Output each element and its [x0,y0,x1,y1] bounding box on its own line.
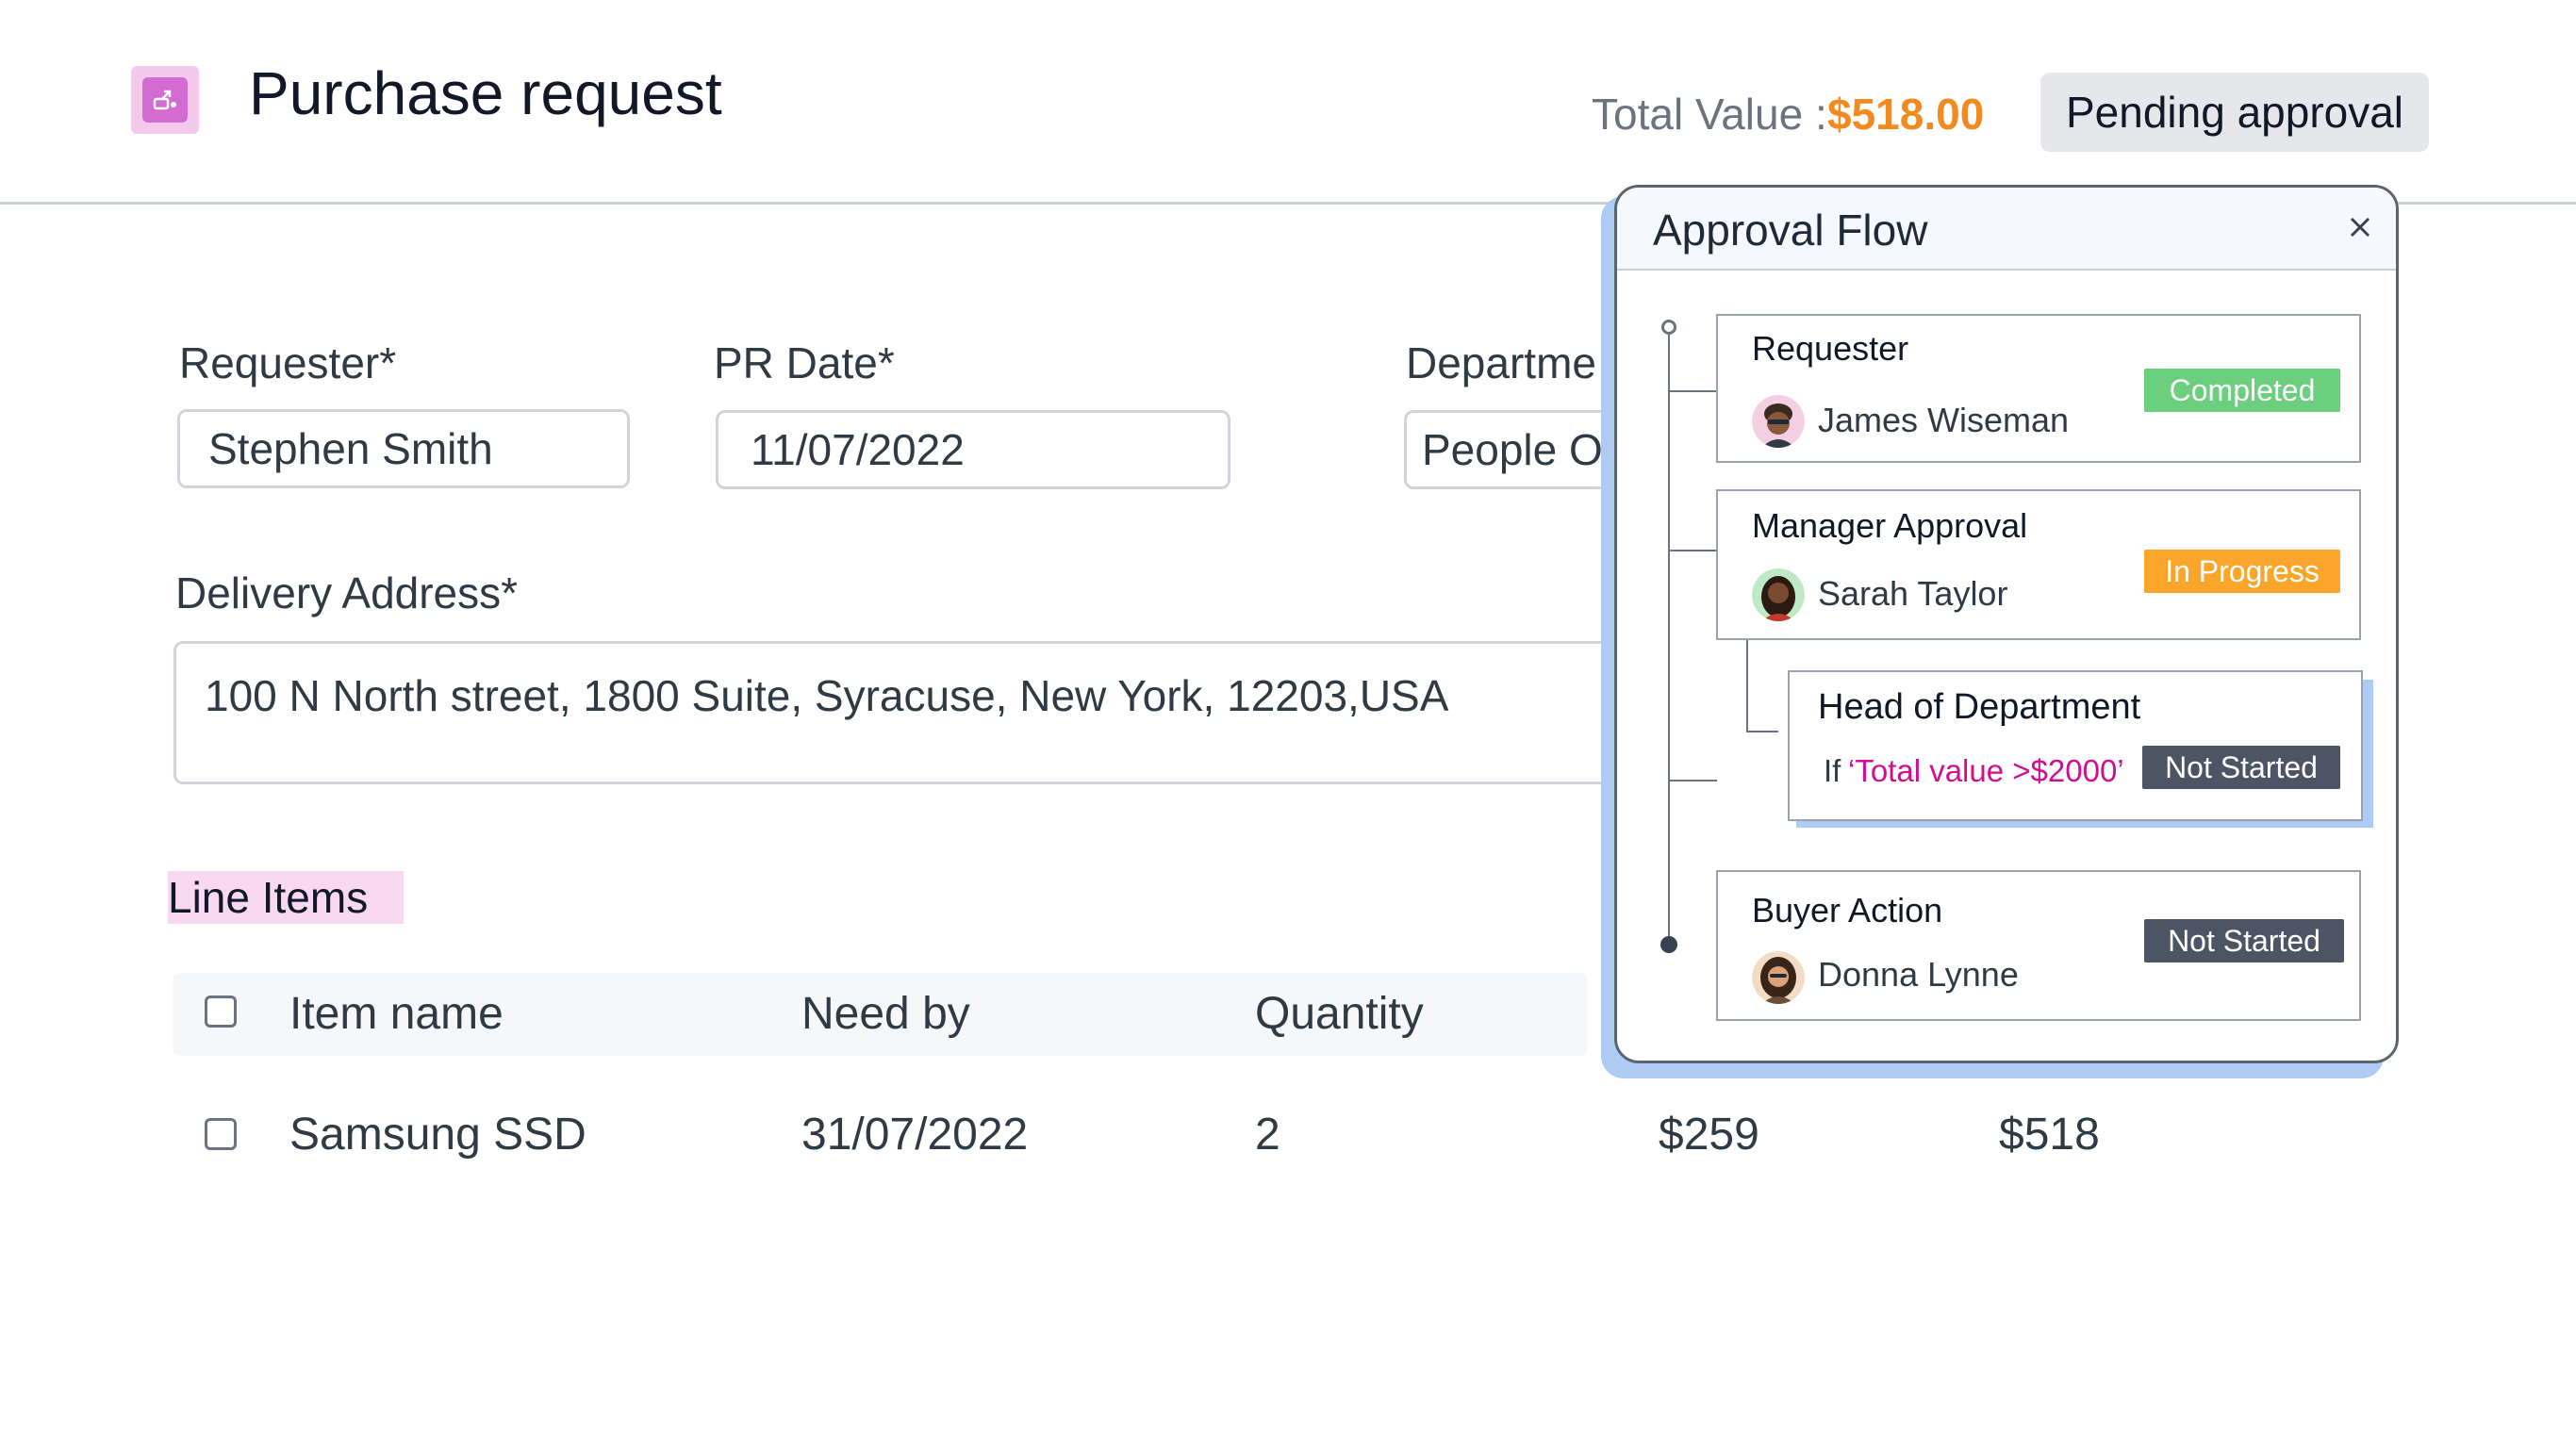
app-logo [131,66,199,134]
pr-date-field[interactable]: 11/07/2022 [716,410,1230,489]
step-person: Sarah Taylor [1818,574,2008,613]
row-quantity: 2 [1255,1110,1280,1160]
timeline-connector [1668,550,1717,551]
select-all-checkbox[interactable] [205,996,237,1028]
panel-header: Approval Flow [1617,188,2396,271]
timeline-line [1668,335,1670,944]
line-items-label: Line Items [168,873,369,922]
column-header-need-by: Need by [801,989,970,1039]
branch-connector [1746,731,1778,732]
step-title: Head of Department [1818,687,2141,727]
step-buyer-action[interactable]: Buyer Action Donna Lynne Not Started [1716,870,2361,1021]
condition-expression: ‘Total value >$2000’ [1848,753,2124,788]
step-title: Requester [1752,329,1909,368]
panel-title: Approval Flow [1653,206,1928,255]
row-need-by: 31/07/2022 [801,1110,1029,1160]
delivery-address-field[interactable]: 100 N North street, 1800 Suite, Syracuse… [173,641,1663,784]
line-items-heading: Line Items [168,871,404,924]
avatar [1752,951,1805,1004]
avatar [1752,395,1805,448]
step-person: James Wiseman [1818,401,2070,439]
pr-date-value: 11/07/2022 [751,425,965,474]
step-title: Manager Approval [1752,506,2028,545]
status-pill-not-started: Not Started [2142,746,2340,789]
status-pill-completed: Completed [2144,369,2340,412]
department-value: People O [1422,425,1603,474]
condition-if: If [1824,753,1841,788]
purchase-icon [142,77,188,123]
column-header-item-name: Item name [289,989,504,1039]
row-item-name: Samsung SSD [289,1110,586,1160]
total-value-amount: $518.00 [1827,90,1985,139]
approval-flow-panel: Approval Flow Requester James Wiseman Co… [1614,185,2399,1063]
requester-value: Stephen Smith [208,424,493,473]
requester-field[interactable]: Stephen Smith [177,409,630,488]
department-label: Departme [1406,338,1596,387]
step-requester[interactable]: Requester James Wiseman Completed [1716,314,2361,463]
page-title: Purchase request [249,59,722,127]
step-person: Donna Lynne [1818,955,2019,994]
timeline-connector [1668,780,1717,782]
timeline-start-dot [1661,320,1676,335]
step-manager-approval[interactable]: Manager Approval Sarah Taylor In Progres… [1716,489,2361,640]
total-value-label: Total Value : [1592,90,1827,139]
status-pill-not-started: Not Started [2144,919,2344,963]
close-icon[interactable] [2341,208,2379,246]
pr-date-label: PR Date* [714,338,895,387]
row-unit-price: $259 [1659,1110,1759,1160]
timeline-connector [1668,390,1717,392]
avatar [1752,568,1805,621]
requester-label: Requester* [179,338,397,387]
status-badge[interactable]: Pending approval [2040,73,2429,152]
row-checkbox[interactable] [205,1118,237,1150]
delivery-address-label: Delivery Address* [175,568,519,617]
branch-line [1746,638,1748,732]
column-header-quantity: Quantity [1255,989,1424,1039]
row-total: $518 [1999,1110,2100,1160]
delivery-address-value: 100 N North street, 1800 Suite, Syracuse… [205,671,1449,720]
status-pill-in-progress: In Progress [2144,550,2340,593]
step-title: Buyer Action [1752,891,1943,930]
timeline-end-dot [1660,936,1677,953]
step-head-of-department[interactable]: Head of Department If ‘Total value >$200… [1788,670,2363,821]
